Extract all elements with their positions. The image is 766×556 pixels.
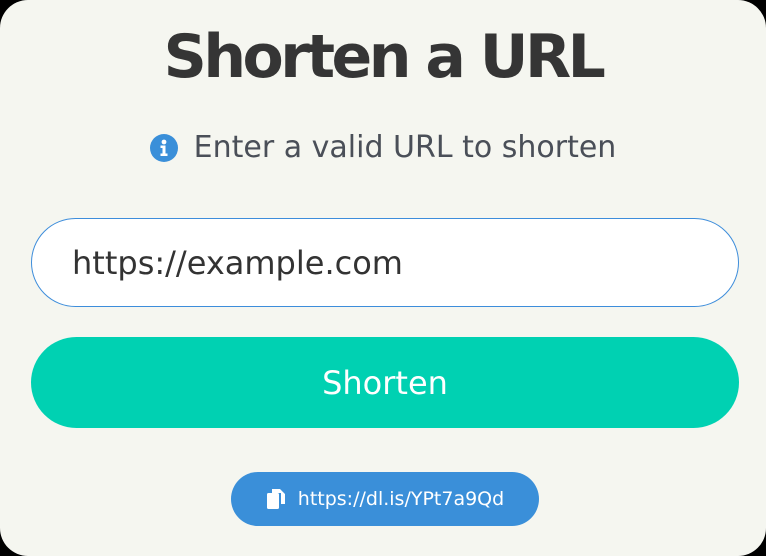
hint-text: Enter a valid URL to shorten <box>193 130 617 165</box>
shorten-button[interactable]: Shorten <box>31 337 739 428</box>
copy-icon <box>266 488 286 510</box>
url-hint: Enter a valid URL to shorten <box>0 128 766 168</box>
info-icon <box>149 134 178 162</box>
shortener-card: Shorten a URL Enter a valid URL to short… <box>0 0 766 556</box>
page-title: Shorten a URL <box>163 22 606 92</box>
url-input[interactable] <box>31 218 739 307</box>
short-url-text: https://dl.is/YPt7a9Qd <box>297 488 505 510</box>
short-url-copy-button[interactable]: https://dl.is/YPt7a9Qd <box>231 472 539 526</box>
